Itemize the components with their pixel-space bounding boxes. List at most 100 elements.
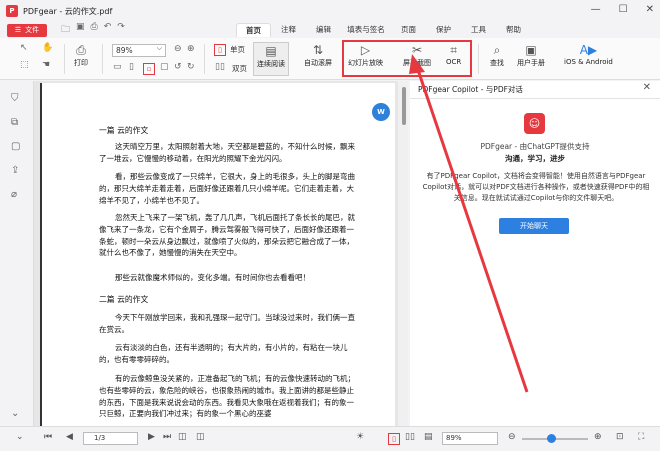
status-bar: ⌄ ⏮ ◀ 1/3 ▶ ⏭ ◫ ◫ ☀ ▯ ▯▯ ▤ 89% ⊖ ⊕ ⊡ ⛶ [0, 426, 660, 451]
start-chat-button[interactable]: 开始聊天 [499, 218, 569, 234]
status-zoom-out-icon[interactable]: ⊖ [508, 432, 516, 442]
last-page-icon[interactable]: ⏭ [163, 432, 171, 442]
double-page-icon[interactable]: ▯▯ [215, 62, 225, 72]
fullscreen-icon[interactable]: ⛶ [638, 432, 644, 442]
continuous-icon: ▤ [265, 44, 277, 58]
convert-to-word-icon[interactable]: W [372, 103, 390, 121]
window-title: PDFgear - 云的作文.pdf [23, 6, 113, 16]
copilot-tagline: 沟通，学习，进步 [505, 154, 565, 163]
essay-heading-2: 二篇 云的作文 [99, 295, 149, 304]
printer-icon: ⎙ [76, 43, 86, 57]
zoom-out-icon[interactable]: ⊖ [174, 44, 182, 54]
vertical-scrollbar[interactable] [398, 81, 408, 426]
zoom-in-icon[interactable]: ⊕ [187, 44, 195, 54]
app-window: P PDFgear - 云的作文.pdf — ☐ ✕ ☰ 文件 🗀 ▣ ⎙ ↶ ↷… [0, 0, 660, 451]
tab-pages[interactable]: 页面 [391, 23, 426, 37]
attachment-icon[interactable]: ⌀ [11, 189, 17, 200]
copilot-panel: PDFgear Copilot - 与PDF对话 ✕ ☺ PDFgear - 由… [410, 81, 660, 426]
ios-android-button[interactable]: A▶ iOS & Android [564, 42, 613, 66]
close-icon[interactable]: ✕ [643, 82, 651, 93]
thumbnails-icon[interactable]: ⧉ [11, 117, 18, 128]
hand-icon[interactable]: ✋ [42, 43, 53, 53]
chevron-down-icon[interactable]: ⌄ [16, 432, 24, 442]
copilot-description: 有了PDFgear Copilot，文档将会变得智能！使用自然语言与PDFgea… [422, 172, 650, 202]
paragraph: 云有淡淡的白色，还有半透明的；有大片的，有小片的，有粘在一块儿的，也有零零碎碎的… [99, 343, 348, 364]
single-view-icon[interactable]: ▯ [388, 433, 400, 445]
paragraph: 看，那些云像变成了一只绵羊，它很大，身上的毛很多，头上的脚是弯曲的，那只大绵羊走… [99, 172, 355, 205]
tab-edit[interactable]: 编辑 [306, 23, 341, 37]
rotate-left-icon[interactable]: ↺ [174, 62, 182, 72]
print-button[interactable]: ⎙ 打印 [74, 42, 88, 68]
scroll-view-icon[interactable]: ▤ [424, 432, 433, 442]
save-icon[interactable]: ▣ [76, 22, 85, 38]
collapse-icon[interactable]: ⌄ [11, 408, 19, 419]
double-view-icon[interactable]: ▯▯ [405, 432, 415, 442]
search-icon: ⌕ [493, 43, 501, 57]
forward-icon[interactable]: ◫ [196, 432, 205, 442]
ribbon-toolbar: ↖ ✋ ⬚ ☚ ⎙打印 89% ⊖ ⊕ ▭ ▯ ▫ ▢ ↺ ↻ ▯ 单页 ▯▯ … [0, 38, 660, 80]
close-window-icon[interactable]: ✕ [646, 4, 654, 15]
app-logo: P [6, 5, 18, 17]
fit-width-icon[interactable]: ▭ [113, 62, 122, 72]
essay-heading-1: 一篇 云的作文 [99, 126, 149, 135]
auto-scroll-button[interactable]: ⇅ 自动滚屏 [304, 42, 332, 68]
page-number-input[interactable]: 1/3 [83, 432, 138, 445]
paragraph: 今天下午刚放学回来，我和孔强琛一起守门。当球没过来时，我们俩一直在赏云。 [99, 313, 355, 334]
undo-icon[interactable]: ↶ [104, 22, 112, 38]
paragraph: 那些云就像魔术师似的，变化多端。有时间你也去看看吧！ [115, 273, 310, 282]
user-manual-button[interactable]: ▣ 用户手册 [517, 42, 545, 68]
app-store-icon: A▶ [579, 43, 598, 57]
open-folder-icon[interactable]: 🗀 [61, 22, 70, 38]
redo-icon[interactable]: ↷ [117, 22, 125, 38]
status-zoom-in-icon[interactable]: ⊕ [594, 432, 602, 442]
select-icon[interactable]: ⬚ [20, 60, 29, 70]
paragraph: 忽然天上飞来了一架飞机，轰了几几声，飞机后面托了条长长的尾巴，就像飞来了一条龙，… [99, 213, 355, 258]
pdf-page: 一篇 云的作文 这天晴空万里，太阳照射着大地，天空都是碧蓝的，不知什么时候，飘来… [40, 83, 395, 426]
paragraph: 有的云像鲸鱼没关紧的，正准备起飞的飞机；有的云像快速转动的飞机；也有些零碎的云，… [99, 374, 355, 419]
tab-fill-sign[interactable]: 填表与签名 [341, 23, 391, 37]
fit-icon[interactable]: ▢ [160, 62, 169, 72]
tab-home[interactable]: 首页 [236, 23, 271, 37]
copilot-title: PDFgear Copilot - 与PDF对话 [418, 85, 523, 94]
menu-bar: ☰ 文件 🗀 ▣ ⎙ ↶ ↷ 首页 注释 编辑 填表与签名 页面 保护 工具 帮助 [0, 22, 660, 38]
next-page-icon[interactable]: ▶ [148, 432, 155, 442]
first-page-icon[interactable]: ⏮ [44, 432, 52, 442]
copilot-robot-icon: ☺ [524, 113, 545, 134]
fit-page-icon[interactable]: ▯ [129, 62, 134, 72]
double-page-label[interactable]: 双页 [232, 63, 247, 74]
continuous-read-button[interactable]: ▤ 连续阅读 [253, 42, 289, 76]
search-button[interactable]: ⌕ 查找 [490, 42, 504, 68]
tab-help[interactable]: 帮助 [496, 23, 531, 37]
zoom-slider-knob[interactable] [547, 434, 556, 443]
single-page-icon[interactable]: ▯ [214, 44, 226, 56]
tab-tools[interactable]: 工具 [461, 23, 496, 37]
back-icon[interactable]: ◫ [178, 432, 187, 442]
brightness-icon[interactable]: ☀ [356, 432, 364, 442]
maximize-icon[interactable]: ☐ [619, 4, 628, 15]
copilot-brand: PDFgear - 由ChatGPT提供支持 [480, 142, 590, 151]
menu-icon: ☰ [14, 26, 22, 34]
single-page-label[interactable]: 单页 [230, 44, 245, 55]
actual-size-icon[interactable]: ▫ [143, 63, 155, 75]
comment-icon[interactable]: ▢ [11, 141, 20, 152]
zoom-level-select[interactable]: 89% [442, 432, 498, 445]
minimize-icon[interactable]: — [591, 4, 601, 15]
bookmark-icon[interactable]: ⛉ [11, 93, 19, 104]
file-menu-button[interactable]: ☰ 文件 [7, 23, 47, 37]
upload-icon[interactable]: ⇪ [11, 165, 19, 176]
presentation-icon[interactable]: ⊡ [616, 432, 624, 442]
rotate-right-icon[interactable]: ↻ [187, 62, 195, 72]
prev-page-icon[interactable]: ◀ [66, 432, 73, 442]
title-bar: P PDFgear - 云的作文.pdf — ☐ ✕ [0, 0, 660, 22]
auto-scroll-icon: ⇅ [312, 43, 324, 57]
cursor-icon[interactable]: ↖ [20, 43, 28, 53]
paragraph: 这天晴空万里，太阳照射着大地，天空都是碧蓝的，不知什么时候，飘来了一堆云，它慢慢… [99, 142, 355, 163]
tab-annotate[interactable]: 注释 [271, 23, 306, 37]
pan-icon[interactable]: ☚ [42, 60, 50, 70]
print-small-icon[interactable]: ⎙ [91, 22, 98, 38]
scroll-thumb[interactable] [402, 87, 406, 125]
left-sidebar: ⛉ ⧉ ▢ ⇪ ⌀ ⌄ [0, 81, 34, 426]
tab-protect[interactable]: 保护 [426, 23, 461, 37]
highlight-box [342, 40, 472, 77]
zoom-select[interactable]: 89% [112, 43, 166, 57]
